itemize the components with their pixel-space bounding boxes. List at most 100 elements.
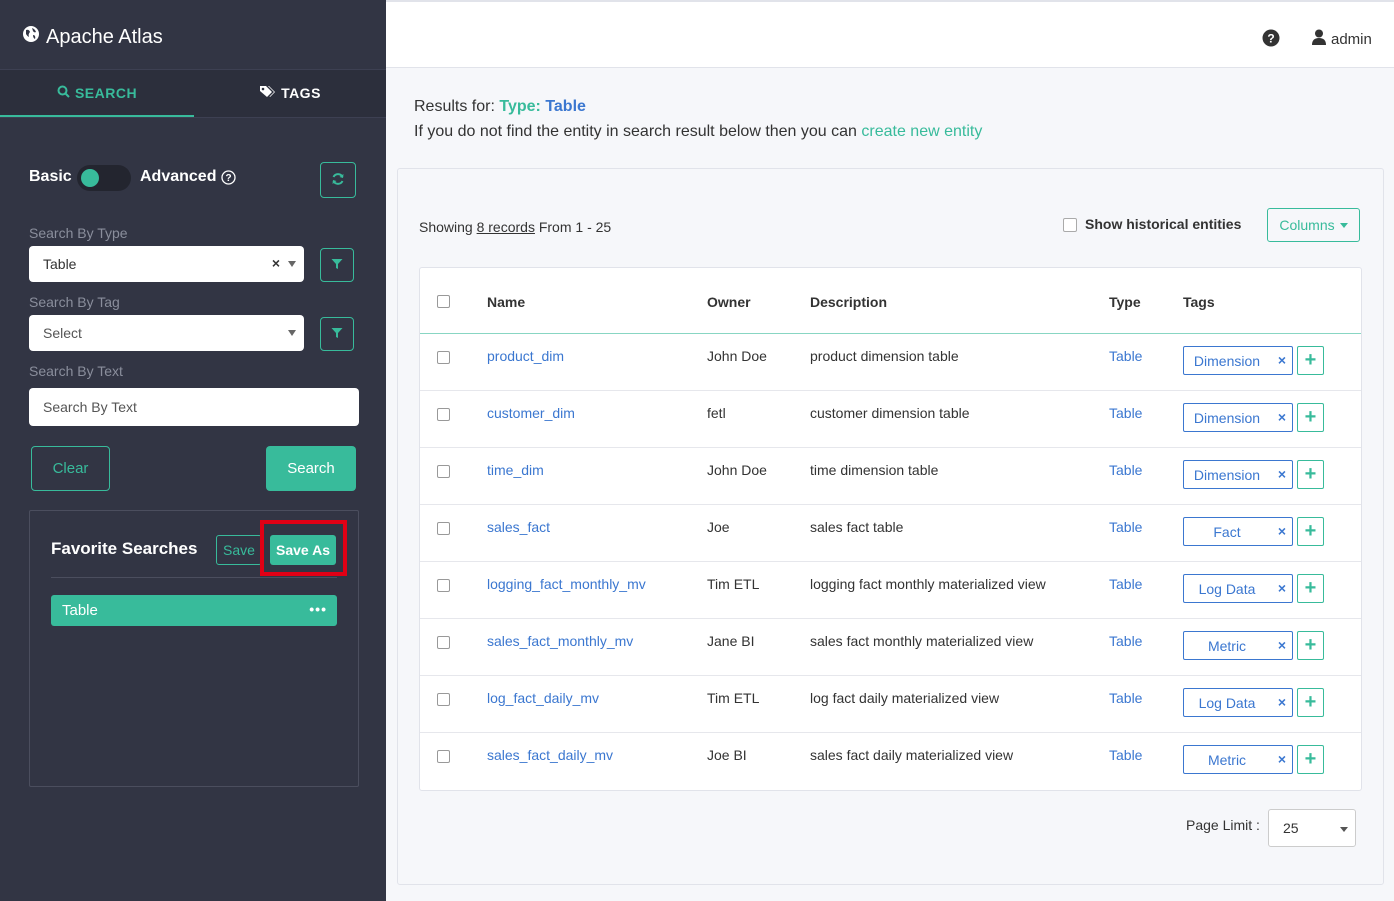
help-icon[interactable]: ? — [1262, 29, 1280, 50]
search-text-input[interactable] — [29, 388, 359, 426]
records-count-link[interactable]: 8 records — [477, 219, 535, 235]
tab-search[interactable]: SEARCH — [0, 70, 194, 117]
row-checkbox[interactable] — [437, 750, 450, 763]
tags-icon — [259, 85, 281, 101]
tag-pill[interactable]: Fact × — [1183, 517, 1293, 546]
type-select[interactable]: Table × — [29, 246, 304, 282]
search-by-tag-label: Search By Tag — [29, 294, 120, 310]
select-all-checkbox[interactable] — [437, 295, 450, 308]
columns-button[interactable]: Columns — [1267, 208, 1360, 242]
row-checkbox[interactable] — [437, 351, 450, 364]
clear-button[interactable]: Clear — [31, 446, 110, 491]
entity-owner: Joe BI — [707, 747, 747, 763]
row-checkbox[interactable] — [437, 636, 450, 649]
user-menu[interactable]: admin — [1312, 29, 1372, 49]
entity-owner: John Doe — [707, 348, 767, 364]
row-checkbox[interactable] — [437, 522, 450, 535]
remove-tag-icon[interactable]: × — [1278, 694, 1286, 710]
remove-tag-icon[interactable]: × — [1278, 466, 1286, 482]
tag-pill[interactable]: Metric × — [1183, 745, 1293, 774]
entity-name-link[interactable]: product_dim — [487, 348, 564, 364]
page-limit-select[interactable]: 25 — [1268, 809, 1356, 847]
entity-type-link[interactable]: Table — [1109, 690, 1142, 706]
entity-name-link[interactable]: sales_fact_monthly_mv — [487, 633, 633, 649]
user-icon — [1312, 29, 1331, 49]
tag-select[interactable]: Select — [29, 315, 304, 351]
row-checkbox[interactable] — [437, 693, 450, 706]
create-new-entity-link[interactable]: create new entity — [861, 123, 982, 140]
clear-type-icon[interactable]: × — [272, 255, 280, 271]
tab-tags[interactable]: TAGS — [194, 70, 386, 115]
remove-tag-icon[interactable]: × — [1278, 409, 1286, 425]
add-tag-button[interactable]: + — [1297, 745, 1324, 774]
add-tag-button[interactable]: + — [1297, 460, 1324, 489]
entity-name-link[interactable]: sales_fact_daily_mv — [487, 747, 613, 763]
header-name[interactable]: Name — [487, 294, 525, 310]
plus-icon: + — [1304, 520, 1317, 542]
tag-pill[interactable]: Log Data × — [1183, 688, 1293, 717]
tag-filter-button[interactable] — [320, 317, 354, 351]
add-tag-button[interactable]: + — [1297, 688, 1324, 717]
entity-name-link[interactable]: log_fact_daily_mv — [487, 690, 599, 706]
show-historical-checkbox[interactable] — [1063, 218, 1077, 232]
favorite-item[interactable]: Table ••• — [51, 595, 337, 626]
svg-text:?: ? — [226, 173, 232, 184]
entity-name-link[interactable]: sales_fact — [487, 519, 550, 535]
add-tag-button[interactable]: + — [1297, 403, 1324, 432]
header-owner[interactable]: Owner — [707, 294, 751, 310]
entity-type-link[interactable]: Table — [1109, 576, 1142, 592]
add-tag-button[interactable]: + — [1297, 631, 1324, 660]
entity-name-link[interactable]: time_dim — [487, 462, 544, 478]
entity-type-link[interactable]: Table — [1109, 462, 1142, 478]
entity-description: product dimension table — [810, 348, 959, 364]
type-filter-button[interactable] — [320, 248, 354, 282]
tag-pill[interactable]: Log Data × — [1183, 574, 1293, 603]
results-heading: Results for: Type: Table — [414, 98, 586, 116]
header-description[interactable]: Description — [810, 294, 887, 310]
tag-pill[interactable]: Dimension × — [1183, 346, 1293, 375]
entity-name-link[interactable]: customer_dim — [487, 405, 575, 421]
plus-icon: + — [1304, 349, 1317, 371]
more-options-icon[interactable]: ••• — [309, 601, 327, 617]
app-brand[interactable]: Apache Atlas — [22, 24, 163, 50]
refresh-button[interactable] — [320, 162, 356, 198]
entity-type-link[interactable]: Table — [1109, 405, 1142, 421]
search-mode-toggle[interactable] — [77, 165, 131, 191]
remove-tag-icon[interactable]: × — [1278, 352, 1286, 368]
save-button[interactable]: Save — [216, 535, 262, 565]
tag-pill[interactable]: Metric × — [1183, 631, 1293, 660]
entity-type-link[interactable]: Table — [1109, 348, 1142, 364]
remove-tag-icon[interactable]: × — [1278, 751, 1286, 767]
chevron-down-icon — [288, 330, 296, 336]
toggle-knob — [81, 169, 99, 187]
show-historical-label: Show historical entities — [1085, 216, 1242, 232]
entity-type-link[interactable]: Table — [1109, 519, 1142, 535]
row-checkbox[interactable] — [437, 408, 450, 421]
row-checkbox[interactable] — [437, 579, 450, 592]
add-tag-button[interactable]: + — [1297, 517, 1324, 546]
header-type[interactable]: Type — [1109, 294, 1141, 310]
entity-name-link[interactable]: logging_fact_monthly_mv — [487, 576, 646, 592]
records-summary: Showing 8 records From 1 - 25 — [419, 219, 611, 235]
add-tag-button[interactable]: + — [1297, 574, 1324, 603]
sidebar-tabs: SEARCH TAGS — [0, 69, 386, 118]
entity-owner: Tim ETL — [707, 690, 760, 706]
question-circle-icon[interactable]: ? — [221, 169, 237, 185]
tag-name: Dimension — [1193, 353, 1261, 369]
remove-tag-icon[interactable]: × — [1278, 580, 1286, 596]
plus-icon: + — [1304, 463, 1317, 485]
save-as-button[interactable]: Save As — [270, 535, 336, 565]
entity-type-link[interactable]: Table — [1109, 633, 1142, 649]
row-checkbox[interactable] — [437, 465, 450, 478]
remove-tag-icon[interactable]: × — [1278, 523, 1286, 539]
add-tag-button[interactable]: + — [1297, 346, 1324, 375]
table-row: time_dim John Doe time dimension table Tabl… — [420, 448, 1361, 505]
tag-pill[interactable]: Dimension × — [1183, 403, 1293, 432]
entity-type-link[interactable]: Table — [1109, 747, 1142, 763]
tag-pill[interactable]: Dimension × — [1183, 460, 1293, 489]
remove-tag-icon[interactable]: × — [1278, 637, 1286, 653]
caret-down-icon — [1339, 222, 1348, 228]
search-button[interactable]: Search — [266, 446, 356, 491]
entity-owner: fetl — [707, 405, 726, 421]
search-by-type-label: Search By Type — [29, 225, 128, 241]
